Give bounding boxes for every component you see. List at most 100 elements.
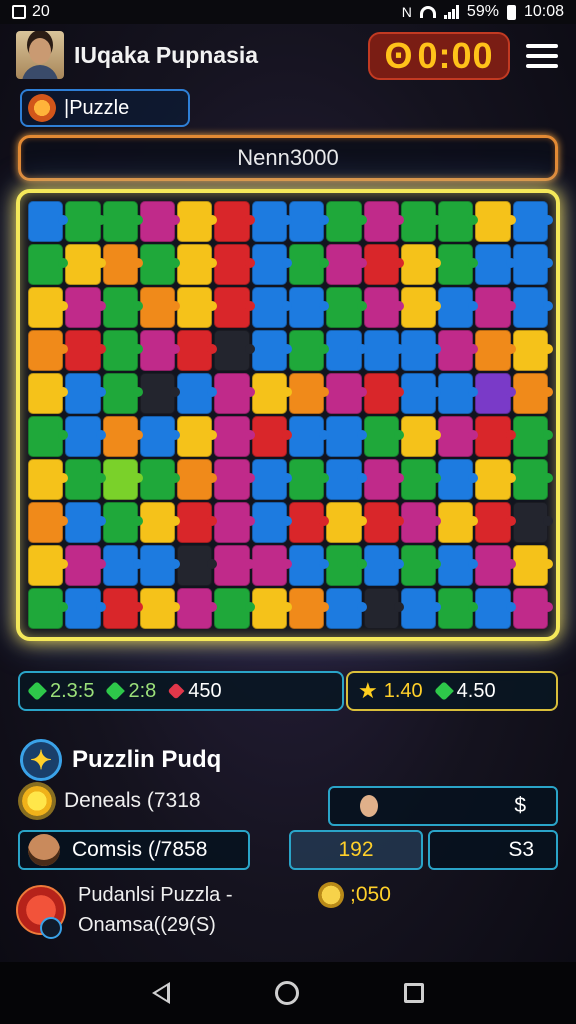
puzzle-piece[interactable] [438, 502, 479, 543]
puzzle-piece[interactable] [400, 373, 442, 414]
puzzle-piece[interactable] [139, 244, 181, 285]
puzzle-piece[interactable] [400, 588, 442, 629]
puzzle-piece[interactable] [288, 588, 330, 629]
puzzle-piece[interactable] [102, 502, 144, 543]
puzzle-piece[interactable] [139, 201, 181, 242]
puzzle-piece[interactable] [288, 459, 330, 500]
puzzle-piece[interactable] [475, 287, 517, 328]
player-name-bar[interactable]: Nenn3000 [18, 135, 558, 181]
puzzle-piece[interactable] [177, 459, 218, 500]
puzzle-piece[interactable] [214, 244, 256, 285]
puzzle-piece[interactable] [65, 545, 106, 586]
puzzle-piece[interactable] [512, 201, 554, 242]
puzzle-piece[interactable] [139, 545, 181, 586]
puzzle-piece[interactable] [177, 287, 218, 328]
puzzle-piece[interactable] [438, 287, 479, 328]
puzzle-piece[interactable] [475, 545, 517, 586]
puzzle-piece[interactable] [475, 373, 517, 414]
puzzle-piece[interactable] [438, 330, 479, 371]
puzzle-piece[interactable] [475, 244, 517, 285]
puzzle-piece[interactable] [102, 201, 144, 242]
puzzle-piece[interactable] [139, 459, 181, 500]
puzzle-piece[interactable] [438, 201, 479, 242]
puzzle-piece[interactable] [214, 588, 256, 629]
puzzle-piece[interactable] [288, 201, 330, 242]
home-icon[interactable] [274, 981, 299, 1005]
puzzle-piece[interactable] [363, 244, 405, 285]
puzzle-piece[interactable] [214, 330, 256, 371]
puzzle-piece[interactable] [400, 330, 442, 371]
puzzle-piece[interactable] [475, 330, 517, 371]
puzzle-piece[interactable] [326, 588, 367, 629]
puzzle-piece[interactable] [65, 373, 106, 414]
puzzle-piece[interactable] [512, 330, 554, 371]
puzzle-piece[interactable] [177, 373, 218, 414]
puzzle-piece[interactable] [102, 545, 144, 586]
puzzle-piece[interactable] [65, 502, 106, 543]
puzzle-board[interactable] [28, 201, 554, 629]
puzzle-piece[interactable] [326, 502, 367, 543]
puzzle-piece[interactable] [177, 545, 218, 586]
puzzle-piece[interactable] [475, 502, 517, 543]
puzzle-piece[interactable] [363, 287, 405, 328]
puzzle-piece[interactable] [363, 416, 405, 457]
puzzle-piece[interactable] [102, 588, 144, 629]
puzzle-piece[interactable] [139, 330, 181, 371]
puzzle-piece[interactable] [512, 459, 554, 500]
puzzle-piece[interactable] [28, 459, 69, 500]
puzzle-piece[interactable] [251, 244, 293, 285]
puzzle-piece[interactable] [65, 287, 106, 328]
puzzle-piece[interactable] [214, 459, 256, 500]
puzzle-piece[interactable] [438, 416, 479, 457]
puzzle-piece[interactable] [177, 502, 218, 543]
puzzle-piece[interactable] [438, 244, 479, 285]
puzzle-piece[interactable] [214, 373, 256, 414]
puzzle-piece[interactable] [177, 330, 218, 371]
puzzle-piece[interactable] [512, 244, 554, 285]
puzzle-piece[interactable] [363, 201, 405, 242]
puzzle-piece[interactable] [288, 330, 330, 371]
mid-value-field[interactable]: 192 [289, 830, 423, 870]
puzzle-piece[interactable] [251, 201, 293, 242]
puzzle-piece[interactable] [400, 416, 442, 457]
puzzle-piece[interactable] [326, 545, 367, 586]
puzzle-piece[interactable] [139, 588, 181, 629]
puzzle-piece[interactable] [363, 330, 405, 371]
puzzle-piece[interactable] [139, 502, 181, 543]
puzzle-piece[interactable] [475, 416, 517, 457]
puzzle-piece[interactable] [177, 416, 218, 457]
puzzle-piece[interactable] [512, 287, 554, 328]
puzzle-piece[interactable] [28, 201, 69, 242]
puzzle-piece[interactable] [139, 373, 181, 414]
puzzle-piece[interactable] [251, 373, 293, 414]
puzzle-piece[interactable] [251, 287, 293, 328]
puzzle-piece[interactable] [363, 502, 405, 543]
puzzle-piece[interactable] [28, 287, 69, 328]
puzzle-piece[interactable] [251, 330, 293, 371]
puzzle-piece[interactable] [326, 201, 367, 242]
recent-apps-icon[interactable] [403, 983, 424, 1003]
puzzle-piece[interactable] [251, 502, 293, 543]
puzzle-piece[interactable] [438, 459, 479, 500]
puzzle-piece[interactable] [288, 244, 330, 285]
right-value-field[interactable]: S3 [428, 830, 558, 870]
comsis-field[interactable]: Comsis (/7858 [18, 830, 250, 870]
puzzle-piece[interactable] [28, 416, 69, 457]
puzzle-piece[interactable] [363, 545, 405, 586]
puzzle-piece[interactable] [475, 588, 517, 629]
puzzle-piece[interactable] [102, 330, 144, 371]
category-chip[interactable]: |Puzzle [20, 89, 190, 127]
puzzle-piece[interactable] [400, 244, 442, 285]
player-avatar[interactable] [16, 31, 64, 79]
puzzle-piece[interactable] [28, 588, 69, 629]
puzzle-piece[interactable] [214, 201, 256, 242]
puzzle-piece[interactable] [400, 287, 442, 328]
puzzle-piece[interactable] [400, 201, 442, 242]
puzzle-piece[interactable] [326, 287, 367, 328]
puzzle-piece[interactable] [214, 287, 256, 328]
puzzle-piece[interactable] [512, 416, 554, 457]
puzzle-piece[interactable] [288, 287, 330, 328]
target-badge-icon[interactable] [16, 885, 66, 939]
puzzle-piece[interactable] [363, 373, 405, 414]
hamburger-menu-icon[interactable] [526, 44, 558, 68]
